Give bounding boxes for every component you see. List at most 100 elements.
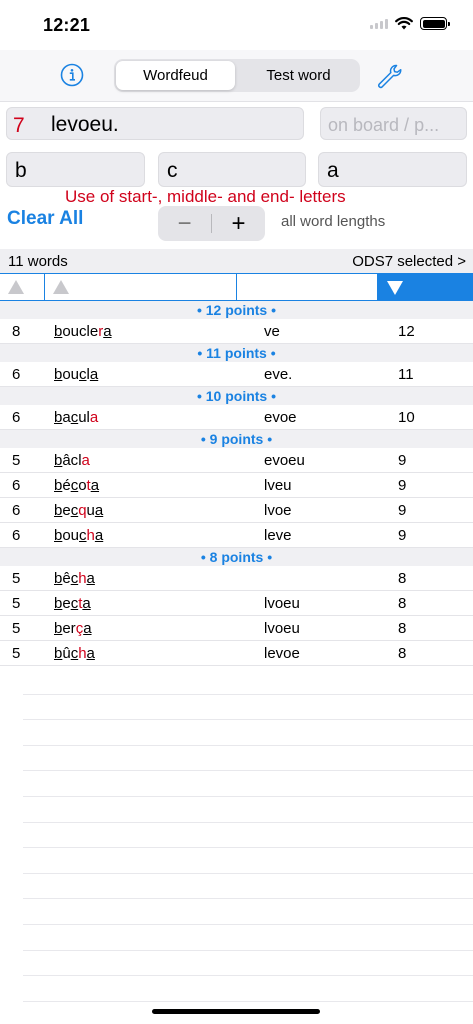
sort-bar xyxy=(0,273,473,301)
word-segment: h xyxy=(86,527,95,544)
word-segment: a xyxy=(83,620,92,637)
battery-icon xyxy=(420,17,450,30)
points-cell: 8 xyxy=(398,570,407,587)
word-segment: u xyxy=(78,409,87,426)
word-length-cell: 6 xyxy=(12,409,21,426)
tab-wordfeud[interactable]: Wordfeud xyxy=(116,61,235,90)
table-row[interactable]: 6 bacula evoe 10 xyxy=(0,405,473,430)
remaining-letters-cell: evoeu xyxy=(264,452,305,469)
word-cell: bécota xyxy=(54,477,99,494)
info-icon[interactable] xyxy=(60,63,84,87)
word-cell: boucha xyxy=(54,527,103,544)
points-section-header: • 12 points • xyxy=(0,301,473,319)
word-segment: u xyxy=(86,502,95,519)
points-cell: 9 xyxy=(398,527,407,544)
status-bar: 12:21 xyxy=(0,0,473,50)
word-length-cell: 8 xyxy=(12,323,21,340)
middle-letter-value: c xyxy=(167,159,178,182)
empty-row xyxy=(23,823,473,849)
empty-row xyxy=(23,669,473,695)
table-row[interactable]: 6 boucla eve. 11 xyxy=(0,362,473,387)
table-row[interactable]: 5 bûcha levoe 8 xyxy=(0,641,473,666)
hint-text: Use of start-, middle- and end- letters xyxy=(65,187,346,206)
table-row[interactable]: 5 berça lvoeu 8 xyxy=(0,616,473,641)
word-segment: ou xyxy=(62,366,80,383)
empty-row xyxy=(23,976,473,1002)
points-section-header: • 11 points • xyxy=(0,344,473,362)
clock: 12:21 xyxy=(43,15,91,35)
remaining-letters-cell: evoe xyxy=(264,409,297,426)
word-segment: a xyxy=(86,645,95,662)
empty-row xyxy=(23,951,473,977)
increment-button[interactable]: + xyxy=(212,206,265,241)
sort-word-button[interactable] xyxy=(45,274,237,300)
word-segment: a xyxy=(89,366,99,383)
word-length-stepper: − + xyxy=(158,206,265,241)
word-segment: c xyxy=(79,527,87,544)
status-icons xyxy=(370,17,450,30)
word-segment: ou xyxy=(62,527,80,544)
empty-row xyxy=(23,720,473,746)
remaining-letters-cell: ve xyxy=(264,323,280,340)
word-length-value: 7 xyxy=(13,114,25,137)
start-letter-field[interactable]: b xyxy=(6,152,145,187)
table-row[interactable]: 5 becta lvoeu 8 xyxy=(0,591,473,616)
clear-all-button[interactable]: Clear All xyxy=(7,208,83,230)
table-row[interactable]: 6 becqua lvoe 9 xyxy=(0,498,473,523)
points-section-header: • 8 points • xyxy=(0,548,473,566)
home-indicator[interactable] xyxy=(152,1009,320,1014)
word-cell: bouclera xyxy=(54,323,112,340)
points-cell: 8 xyxy=(398,595,407,612)
letters-value: levoeu. xyxy=(51,113,119,136)
word-segment: c xyxy=(79,366,87,383)
points-cell: 9 xyxy=(398,477,407,494)
word-length-cell: 6 xyxy=(12,366,21,383)
tab-test-word[interactable]: Test word xyxy=(239,61,358,90)
table-row[interactable]: 8 bouclera ve 12 xyxy=(0,319,473,344)
table-row[interactable]: 5 bêcha 8 xyxy=(0,566,473,591)
end-letter-field[interactable]: a xyxy=(318,152,467,187)
end-letter-value: a xyxy=(327,159,339,182)
sort-ascending-icon xyxy=(53,280,69,294)
remaining-letters-cell: lveu xyxy=(264,477,292,494)
word-length-cell: 6 xyxy=(12,527,21,544)
word-cell: bâcla xyxy=(54,452,90,469)
word-segment: a xyxy=(94,527,104,544)
remaining-letters-cell: eve. xyxy=(264,366,293,383)
empty-row xyxy=(23,874,473,900)
word-length-cell: 5 xyxy=(12,595,21,612)
wrench-icon[interactable] xyxy=(375,62,403,90)
dictionary-selector[interactable]: ODS7 selected > xyxy=(352,253,466,270)
points-cell: 12 xyxy=(398,323,415,340)
word-cell: becta xyxy=(54,595,91,612)
word-segment: a xyxy=(86,570,95,587)
table-row[interactable]: 5 bâcla evoeu 9 xyxy=(0,448,473,473)
word-length-cell: 6 xyxy=(12,502,21,519)
word-segment: ê xyxy=(62,570,71,587)
empty-row xyxy=(23,899,473,925)
word-lengths-label: all word lengths xyxy=(281,213,386,230)
word-length-cell: 5 xyxy=(12,645,21,662)
word-segment: e xyxy=(62,502,71,519)
empty-row xyxy=(23,771,473,797)
decrement-button[interactable]: − xyxy=(158,206,211,241)
table-row[interactable]: 6 bécota lveu 9 xyxy=(0,473,473,498)
on-board-field[interactable]: on board / p... xyxy=(320,107,467,140)
word-segment: âc xyxy=(62,452,79,469)
results-header: 11 words ODS7 selected > xyxy=(0,249,473,273)
remaining-letters-cell: levoe xyxy=(264,645,300,662)
word-segment: ouc xyxy=(62,323,87,340)
points-cell: 10 xyxy=(398,409,415,426)
sort-length-button[interactable] xyxy=(0,274,45,300)
letters-field[interactable]: 7 levoeu. xyxy=(6,107,304,140)
empty-row xyxy=(23,746,473,772)
table-row[interactable]: 6 boucha leve 9 xyxy=(0,523,473,548)
start-letter-value: b xyxy=(15,159,27,182)
results-table: • 12 points • 8 bouclera ve 12 • 11 points • 6… xyxy=(0,301,473,666)
middle-letter-field[interactable]: c xyxy=(158,152,306,187)
sort-remaining-button[interactable] xyxy=(237,274,378,300)
points-cell: 8 xyxy=(398,620,407,637)
sort-points-button[interactable] xyxy=(378,274,473,300)
word-cell: bêcha xyxy=(54,570,95,587)
remaining-letters-cell: lvoeu xyxy=(264,595,300,612)
